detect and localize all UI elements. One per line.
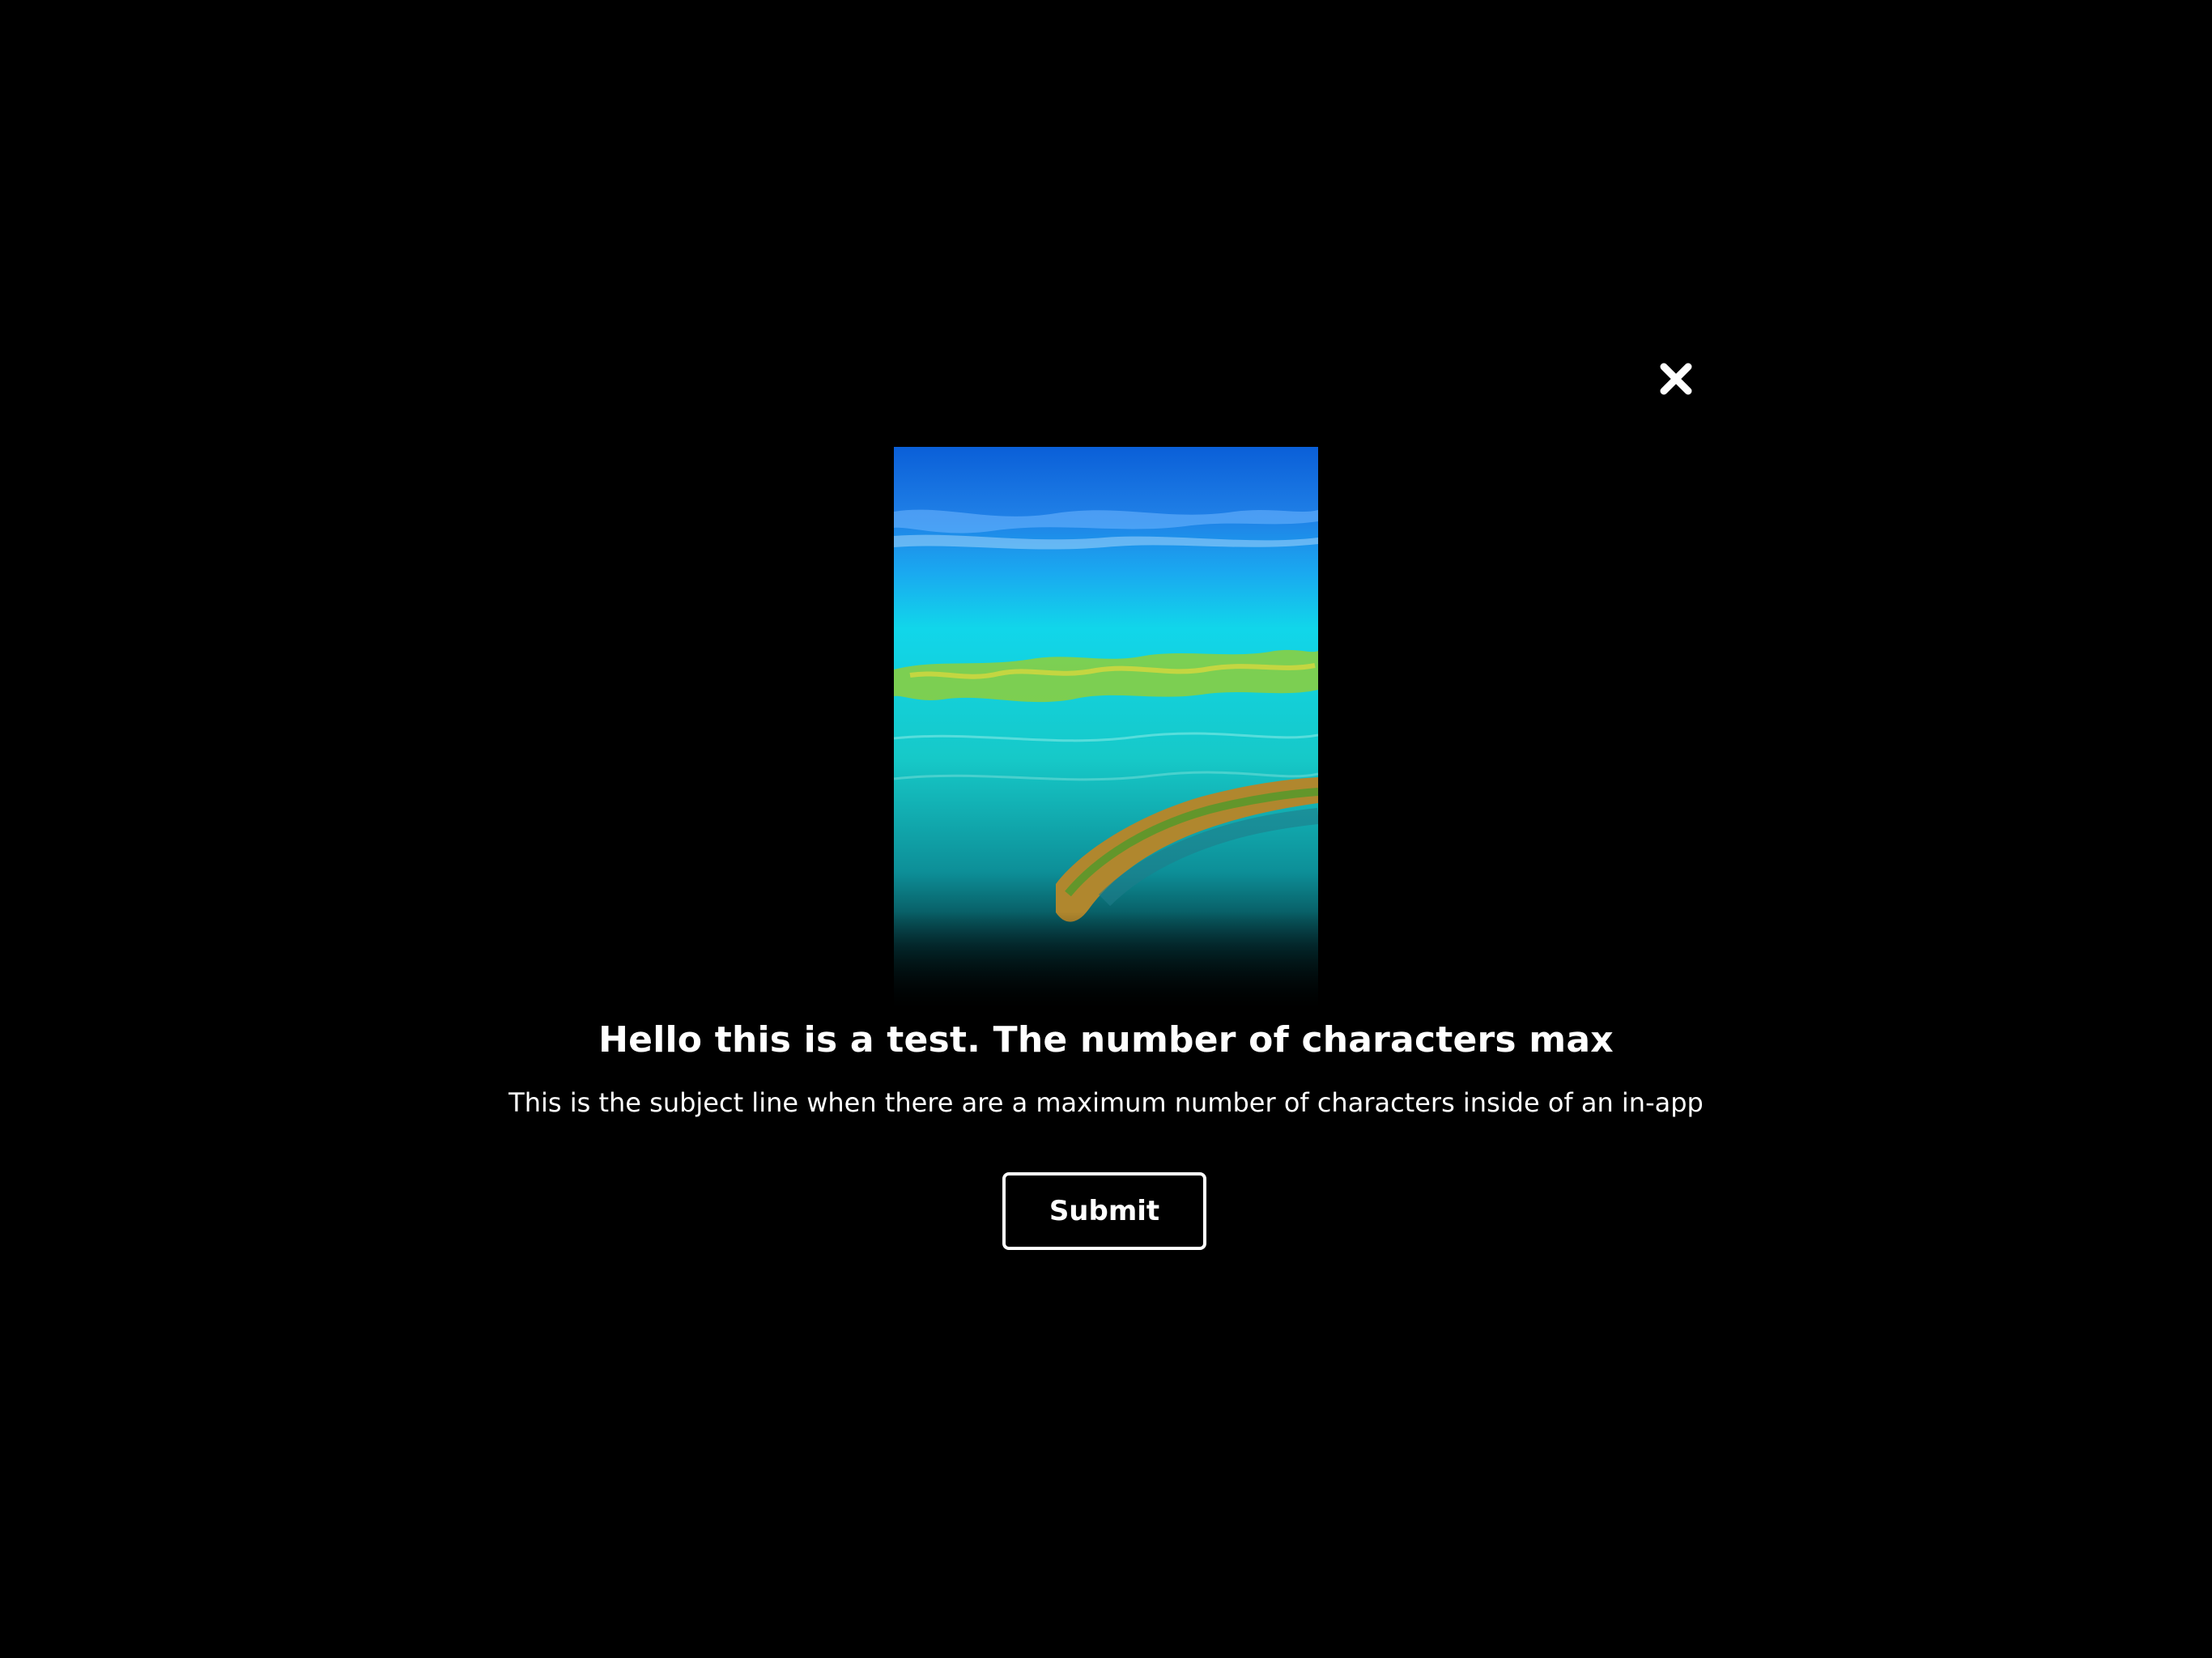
ocean-reef-aerial-image [894, 447, 1318, 1014]
message-headline: Hello this is a test. The number of char… [598, 1019, 1614, 1061]
close-button[interactable] [1652, 355, 1700, 403]
close-icon [1657, 360, 1695, 397]
message-subject: This is the subject line when there are … [508, 1087, 1704, 1118]
submit-button[interactable]: Submit [1002, 1172, 1206, 1250]
in-app-message-overlay: Hello this is a test. The number of char… [0, 0, 2212, 1658]
